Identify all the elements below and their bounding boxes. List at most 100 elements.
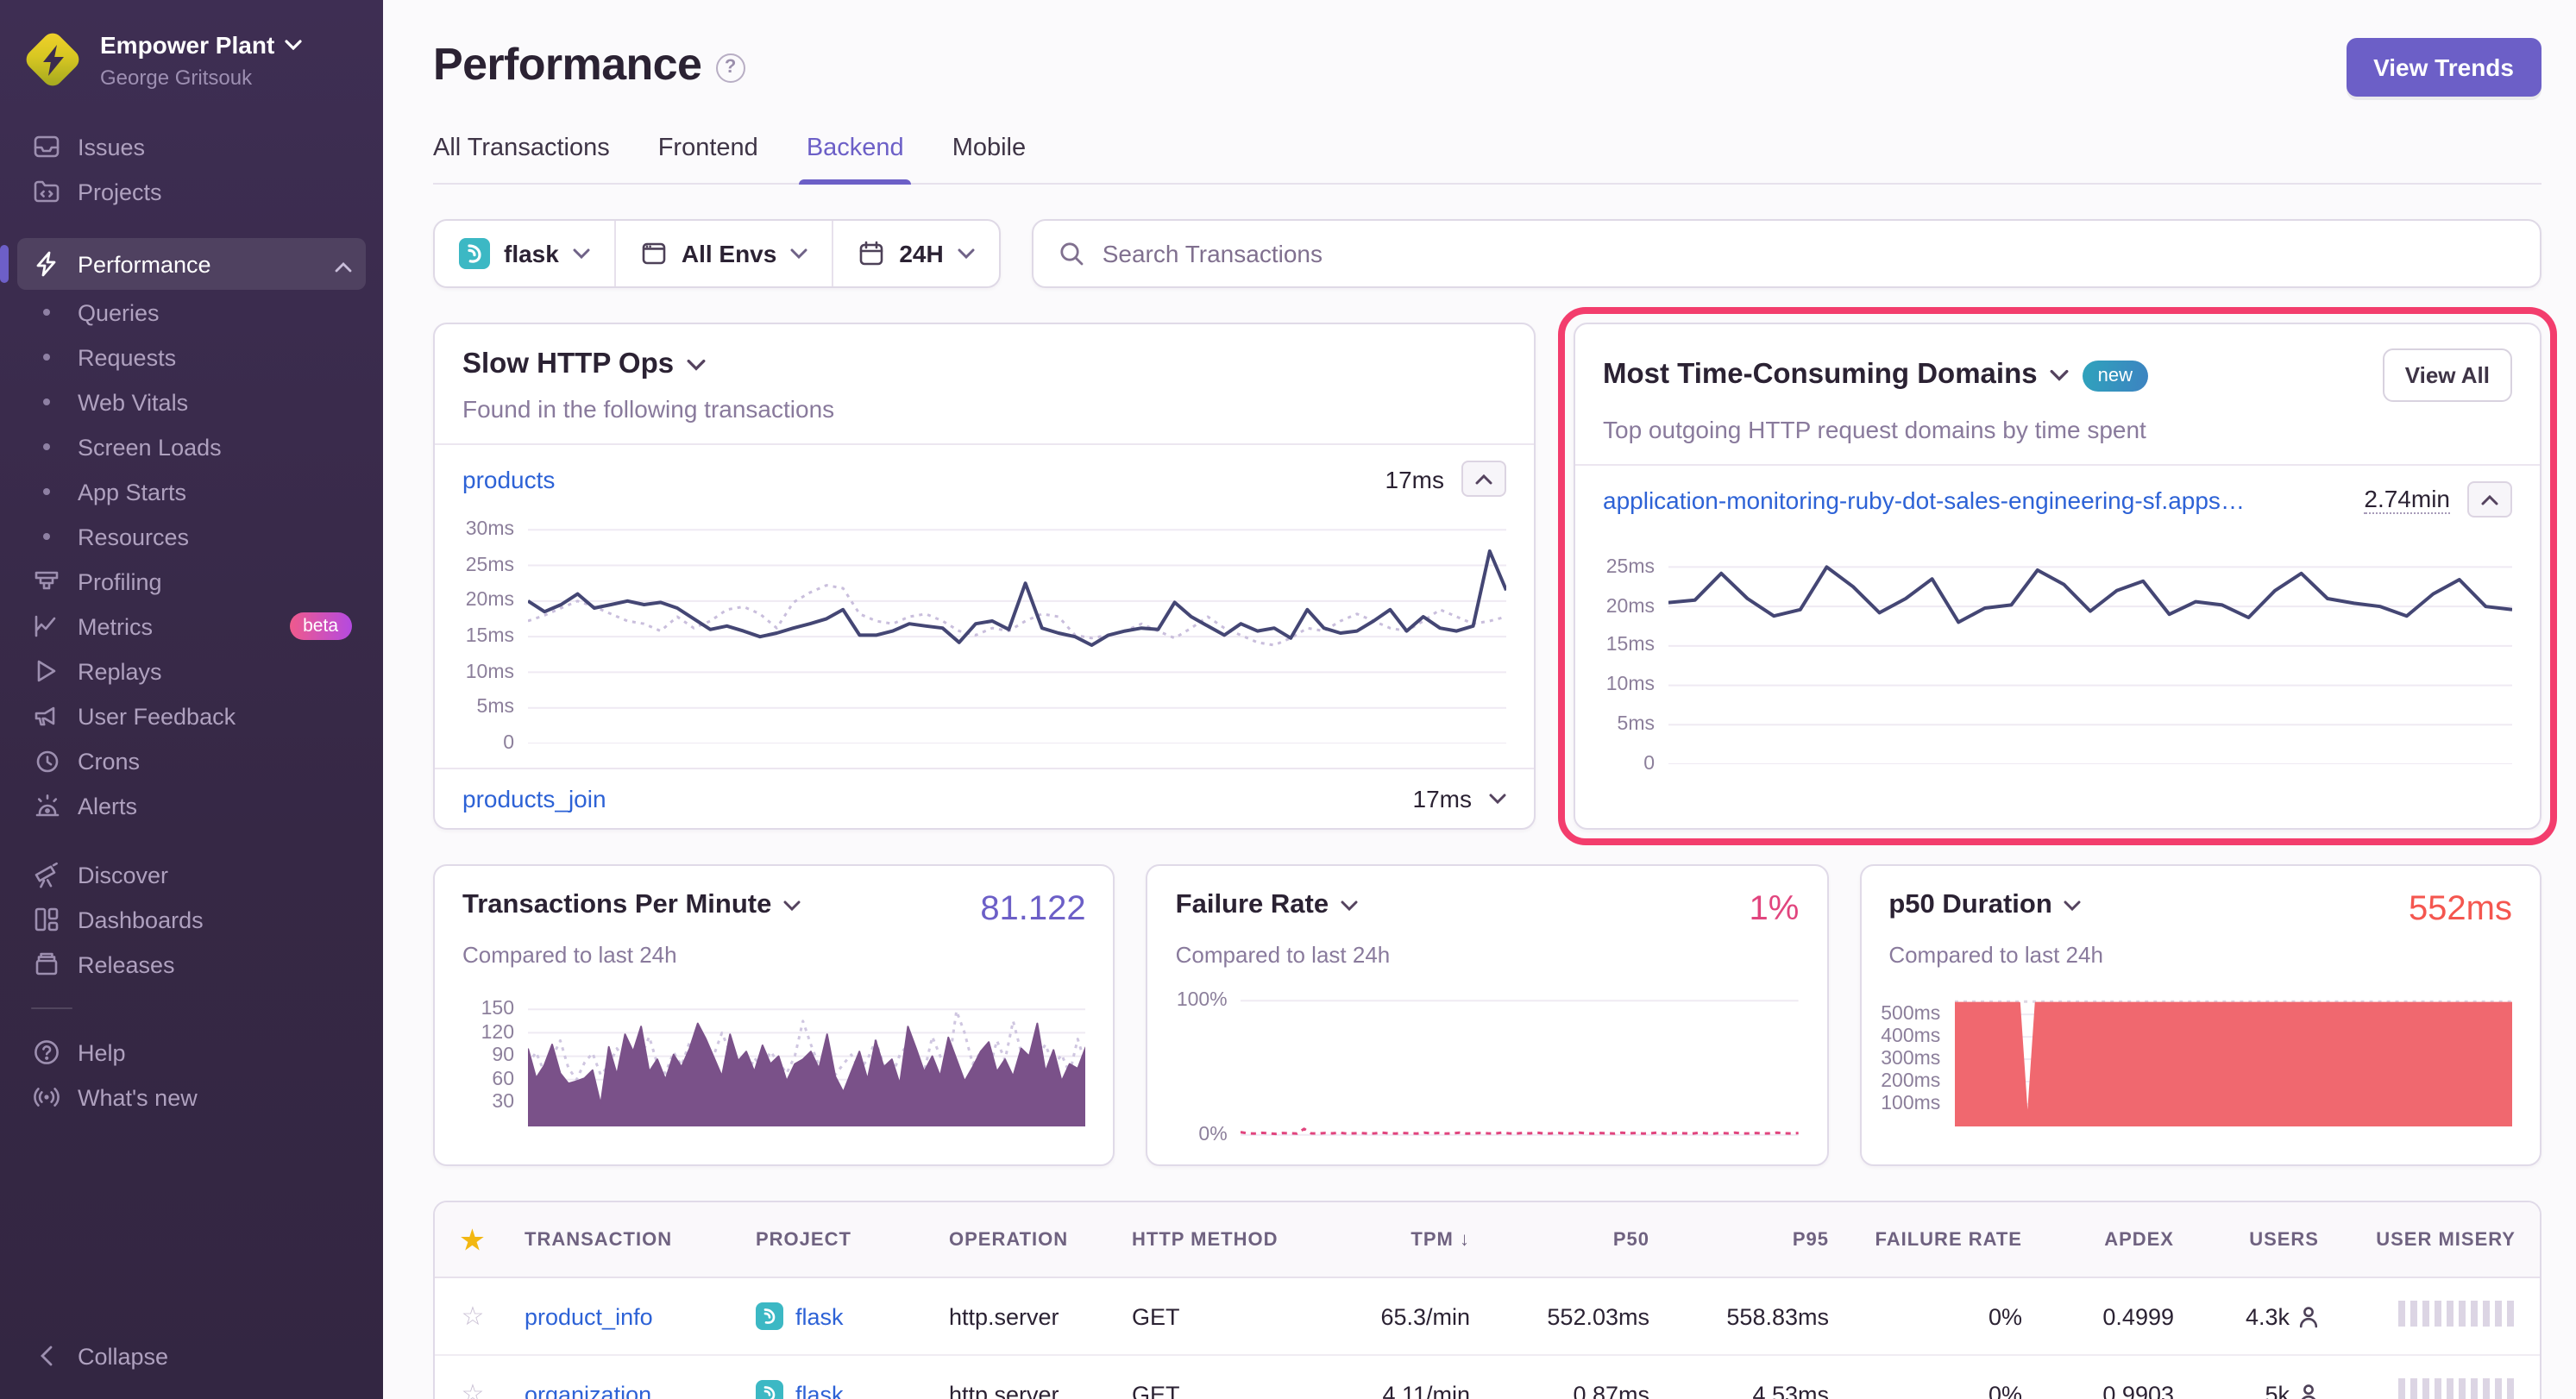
col-project[interactable]: PROJECT (742, 1229, 935, 1250)
project-link[interactable]: flask (795, 1303, 844, 1329)
col-user-misery[interactable]: USER MISERY (2333, 1229, 2540, 1250)
sidebar-item-label: Releases (78, 951, 175, 977)
table-header-row: ★ TRANSACTION PROJECT OPERATION HTTP MET… (435, 1202, 2540, 1278)
sidebar-item-label: Projects (78, 179, 162, 204)
sidebar-item-dashboards[interactable]: Dashboards (17, 897, 366, 942)
view-trends-button[interactable]: View Trends (2346, 38, 2541, 97)
tab-frontend[interactable]: Frontend (658, 135, 758, 183)
p50-duration-card: p50 Duration 552ms Compared to last 24h … (1859, 864, 2541, 1166)
collapse-row-button[interactable] (2467, 481, 2512, 518)
sidebar-item-whats-new[interactable]: What's new (17, 1075, 366, 1120)
col-operation[interactable]: OPERATION (935, 1229, 1118, 1250)
sidebar-item-alerts[interactable]: Alerts (17, 783, 366, 828)
sidebar-item-performance[interactable]: Performance (17, 238, 366, 290)
sidebar-item-app-starts[interactable]: App Starts (17, 469, 366, 514)
chart-plot[interactable] (528, 995, 1086, 1126)
project-filter-dropdown[interactable]: flask (435, 221, 614, 286)
col-transaction[interactable]: TRANSACTION (511, 1229, 742, 1250)
sidebar-item-web-vitals[interactable]: Web Vitals (17, 380, 366, 424)
p50-title-dropdown[interactable]: p50 Duration (1888, 890, 2081, 921)
collapse-row-button[interactable] (1461, 461, 1506, 497)
most-time-consuming-domains-card: Most Time-Consuming Domains new View All… (1574, 323, 2541, 830)
domain-row: application-monitoring-ruby-dot-sales-en… (1575, 464, 2540, 533)
chart-plot[interactable] (1954, 995, 2512, 1126)
sidebar-item-discover[interactable]: Discover (17, 852, 366, 897)
col-apdex[interactable]: APDEX (2036, 1229, 2188, 1250)
p50-chart: 500ms400ms300ms200ms100ms (1861, 985, 2540, 1151)
transaction-duration: 17ms (1413, 785, 1472, 812)
sidebar-item-issues[interactable]: Issues (17, 124, 366, 169)
slow-http-ops-title-dropdown[interactable]: Slow HTTP Ops (462, 348, 705, 381)
search-transactions-input[interactable] (1103, 240, 2516, 267)
chevron-down-icon (285, 41, 302, 51)
transaction-link[interactable]: organization (511, 1381, 742, 1399)
col-http-method[interactable]: HTTP METHOD (1118, 1229, 1311, 1250)
p50-cell: 0.87ms (1484, 1381, 1663, 1399)
tab-all-transactions[interactable]: All Transactions (433, 135, 610, 183)
slow-http-ops-chart: 30ms25ms20ms15ms10ms5ms0 (435, 512, 1534, 768)
flask-project-icon (756, 1380, 783, 1399)
domains-title-dropdown[interactable]: Most Time-Consuming Domains (1603, 359, 2069, 392)
beta-badge: beta (289, 612, 352, 640)
sidebar-item-help[interactable]: Help (17, 1030, 366, 1075)
failure-rate-chart: 100%0% (1148, 985, 1827, 1164)
sidebar-item-label: Profiling (78, 568, 162, 594)
star-column-header[interactable]: ★ (435, 1224, 511, 1255)
card-subtitle: Found in the following transactions (462, 395, 1506, 423)
chevron-up-icon[interactable] (335, 251, 352, 277)
col-p95[interactable]: P95 (1663, 1229, 1843, 1250)
org-switcher[interactable]: Empower Plant George Gritsouk (17, 21, 366, 97)
star-toggle-icon[interactable]: ☆ (462, 1378, 485, 1399)
page-help-icon[interactable]: ? (715, 53, 745, 82)
failure-rate-title-dropdown[interactable]: Failure Rate (1176, 890, 1358, 921)
p50-value: 552ms (2409, 890, 2512, 930)
tab-backend[interactable]: Backend (807, 135, 904, 183)
sidebar-item-user-feedback[interactable]: User Feedback (17, 693, 366, 738)
org-user: George Gritsouk (100, 66, 302, 91)
col-tpm[interactable]: TPM ↓ (1311, 1229, 1484, 1250)
star-toggle-icon[interactable]: ☆ (462, 1301, 485, 1332)
sidebar-item-releases[interactable]: Releases (17, 942, 366, 987)
sidebar-item-replays[interactable]: Replays (17, 649, 366, 693)
tab-mobile[interactable]: Mobile (952, 135, 1026, 183)
y-axis-ticks: 500ms400ms300ms200ms100ms (1878, 995, 1954, 1126)
expand-row-button[interactable] (1489, 794, 1506, 804)
domain-link[interactable]: application-monitoring-ruby-dot-sales-en… (1603, 486, 2258, 513)
tpm-cell: 4.11/min (1311, 1381, 1484, 1399)
project-link[interactable]: flask (795, 1381, 844, 1399)
sidebar-item-requests[interactable]: Requests (17, 335, 366, 380)
chart-plot[interactable] (1668, 543, 2512, 764)
chart-plot[interactable] (1241, 995, 1800, 1140)
sidebar: Empower Plant George Gritsouk Issues Pro… (0, 0, 383, 1399)
y-axis-ticks: 25ms20ms15ms10ms5ms0 (1593, 543, 1668, 764)
col-failure-rate[interactable]: FAILURE RATE (1843, 1229, 2036, 1250)
transaction-link[interactable]: products_join (462, 785, 606, 812)
sidebar-item-profiling[interactable]: Profiling (17, 559, 366, 604)
domain-time-spent[interactable]: 2.74min (2364, 485, 2450, 514)
environment-filter-dropdown[interactable]: All Envs (614, 221, 832, 286)
user-misery-score-bar (2398, 1378, 2516, 1399)
sidebar-item-resources[interactable]: Resources (17, 514, 366, 559)
transactions-table: ★ TRANSACTION PROJECT OPERATION HTTP MET… (433, 1201, 2541, 1399)
sidebar-item-metrics[interactable]: Metrics beta (17, 604, 366, 649)
sidebar-item-queries[interactable]: Queries (17, 290, 366, 335)
transaction-link[interactable]: product_info (511, 1303, 742, 1329)
user-icon (2298, 1383, 2319, 1399)
card-title-text: Slow HTTP Ops (462, 348, 674, 381)
date-range-dropdown[interactable]: 24H (832, 221, 998, 286)
view-all-button[interactable]: View All (2383, 348, 2512, 402)
p95-cell: 4.53ms (1663, 1381, 1843, 1399)
transaction-link[interactable]: products (462, 465, 555, 492)
tpm-title-dropdown[interactable]: Transactions Per Minute (462, 890, 801, 921)
col-users[interactable]: USERS (2188, 1229, 2333, 1250)
sidebar-collapse-button[interactable]: Collapse (17, 1333, 366, 1378)
org-name[interactable]: Empower Plant (100, 31, 274, 60)
col-p50[interactable]: P50 (1484, 1229, 1663, 1250)
sidebar-item-crons[interactable]: Crons (17, 738, 366, 783)
domains-chart: 25ms20ms15ms10ms5ms0 (1575, 533, 2540, 788)
sidebar-item-projects[interactable]: Projects (17, 169, 366, 214)
chart-plot[interactable] (528, 523, 1506, 743)
sidebar-item-screen-loads[interactable]: Screen Loads (17, 424, 366, 469)
flask-project-icon (459, 238, 490, 269)
siren-icon (31, 792, 60, 819)
